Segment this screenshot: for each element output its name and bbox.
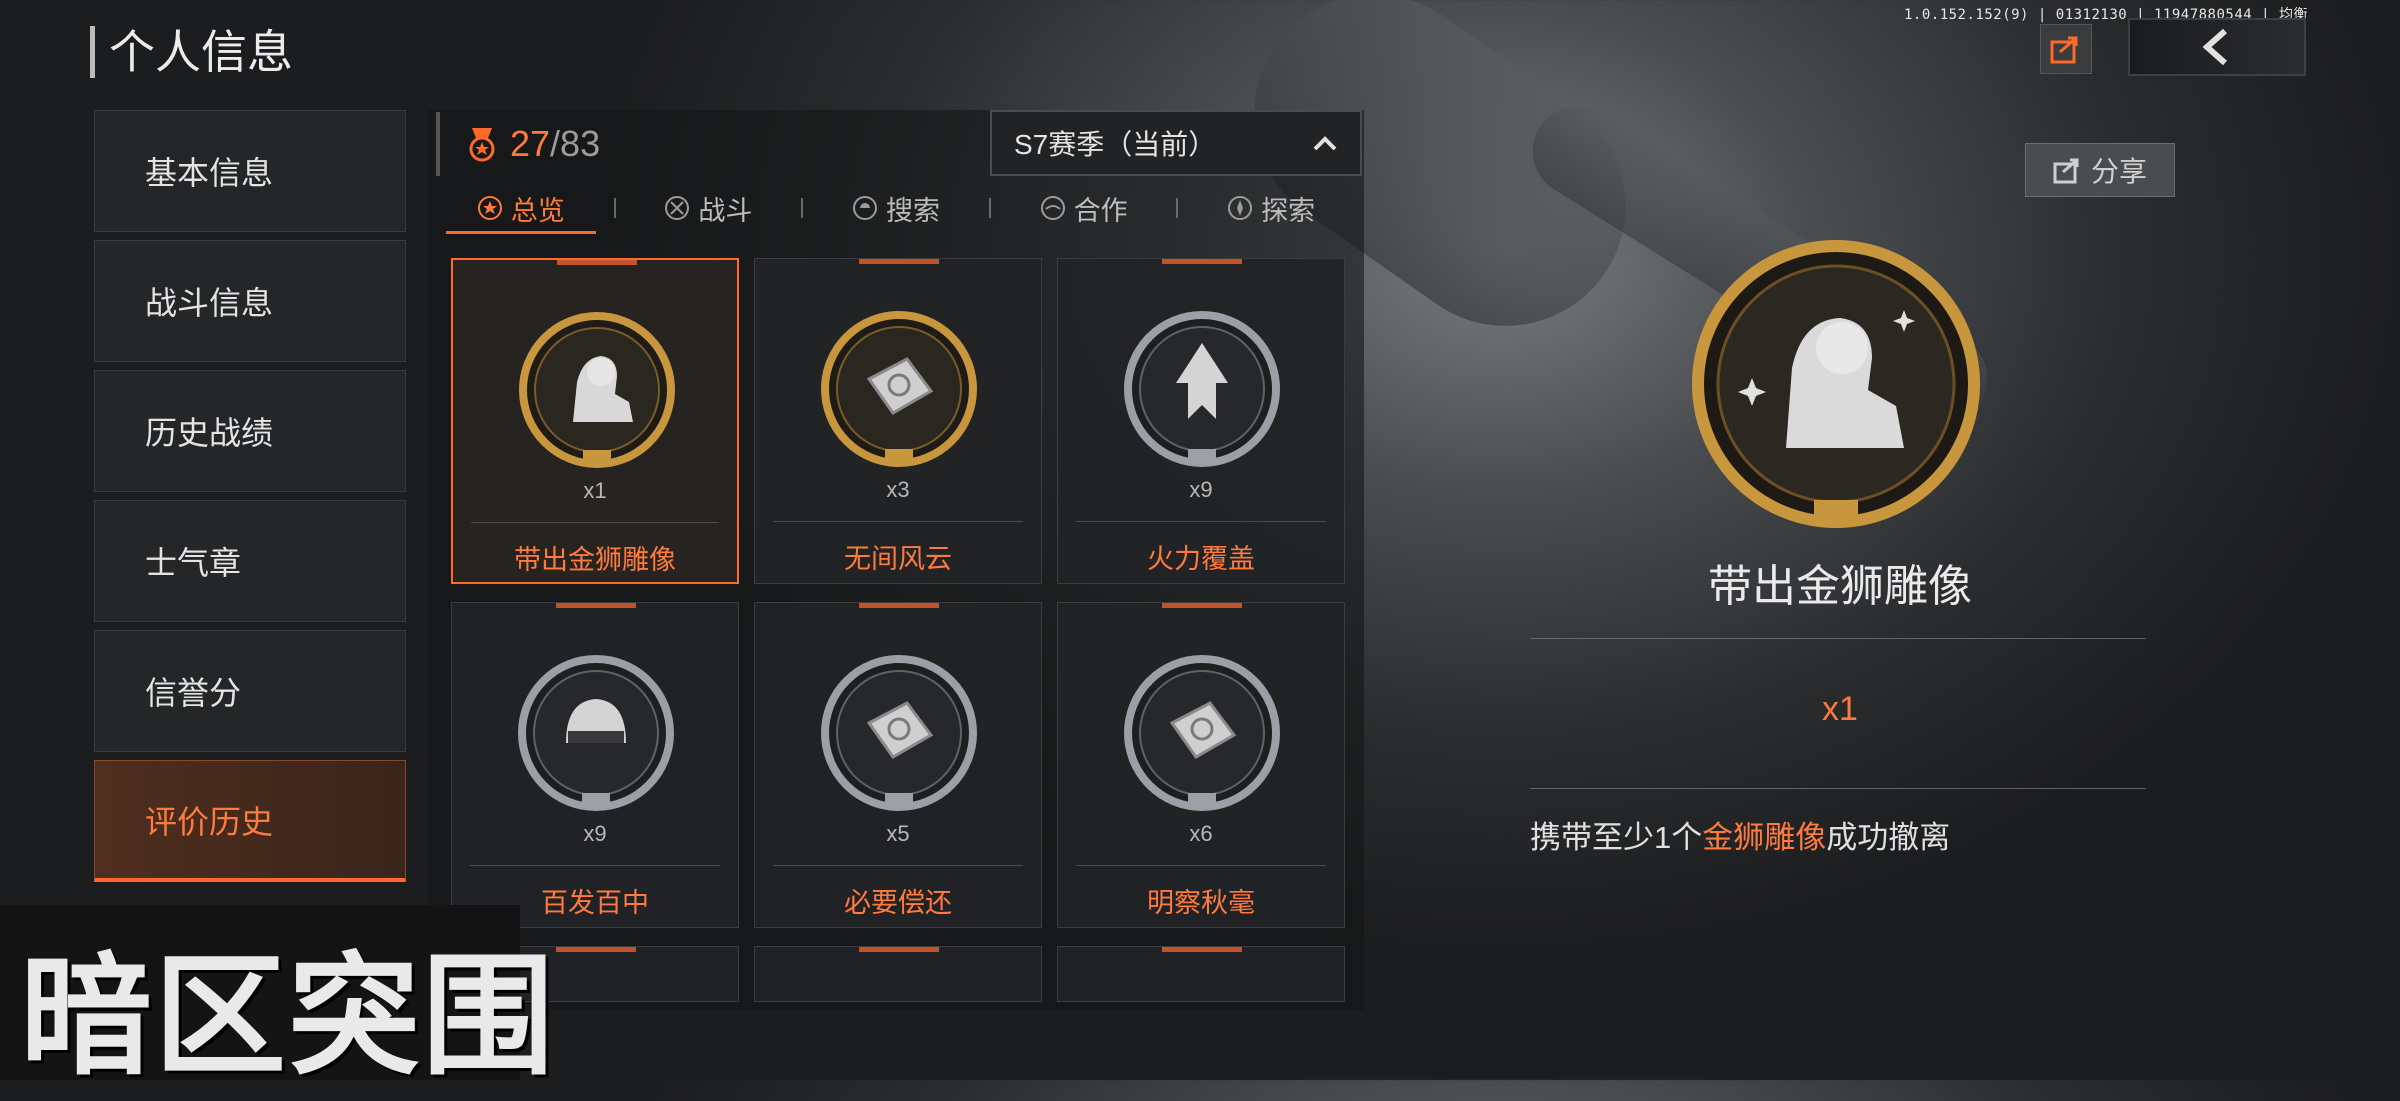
export-button[interactable] <box>2040 24 2092 74</box>
medal-card[interactable]: x3 无间风云 <box>754 258 1042 584</box>
card-top-marker <box>556 603 636 608</box>
nav-label: 历史战绩 <box>145 415 274 451</box>
nav-morale-badges[interactable]: 士气章 <box>94 500 406 622</box>
share-button[interactable]: 分享 <box>2025 143 2175 197</box>
medal-count: x9 <box>583 821 607 846</box>
tab-cooperation[interactable]: 合作 <box>991 182 1177 234</box>
lion-icon <box>519 312 675 468</box>
nav-battle-info[interactable]: 战斗信息 <box>94 240 406 362</box>
compass-icon <box>1228 196 1253 220</box>
medal-card[interactable]: x9 百发百中 <box>451 602 739 928</box>
medal-card-partial[interactable] <box>754 946 1042 1002</box>
medal-name: 无间风云 <box>844 544 952 574</box>
tab-label: 探索 <box>1261 195 1316 226</box>
medal-card-partial[interactable] <box>1057 946 1345 1002</box>
export-icon <box>2050 36 2078 64</box>
card-top-marker <box>1162 947 1242 952</box>
chip-icon <box>821 655 977 811</box>
card-top-marker <box>859 947 939 952</box>
desc-text: 成功撤离 <box>1826 820 1951 855</box>
card-divider <box>773 865 1023 866</box>
star-circle-icon <box>477 196 502 220</box>
nav-basic-info[interactable]: 基本信息 <box>94 110 406 232</box>
medal-count: x3 <box>886 477 910 502</box>
share-label: 分享 <box>2090 156 2147 187</box>
tab-explore[interactable]: 探索 <box>1178 182 1364 234</box>
nav-label: 基本信息 <box>145 155 274 191</box>
medal-count-total: /83 <box>550 123 601 164</box>
medal-count-icon <box>469 128 495 162</box>
season-dropdown[interactable]: S7赛季（当前） <box>990 110 1362 176</box>
card-divider <box>471 522 719 523</box>
card-top-marker <box>557 260 637 265</box>
tab-combat[interactable]: 战斗 <box>616 182 802 234</box>
tab-label: 总览 <box>510 195 565 226</box>
medal-count: x1 <box>583 478 607 503</box>
search-circle-icon <box>852 196 877 220</box>
medal-name: 必要偿还 <box>844 888 952 918</box>
card-top-marker <box>859 603 939 608</box>
chevron-left-icon <box>2202 28 2227 66</box>
tab-label: 搜索 <box>885 195 940 226</box>
back-button[interactable] <box>2128 18 2306 76</box>
card-top-marker <box>556 947 636 952</box>
nav-history[interactable]: 历史战绩 <box>94 370 406 492</box>
helmet-icon <box>518 655 674 811</box>
tab-search[interactable]: 搜索 <box>803 182 989 234</box>
medal-count: x6 <box>1189 821 1213 846</box>
tab-overview[interactable]: 总览 <box>428 182 614 234</box>
card-top-marker <box>1162 603 1242 608</box>
card-divider <box>1076 521 1326 522</box>
medal-count-current: 27 <box>510 123 551 164</box>
chip-icon <box>1124 655 1280 811</box>
tab-label: 战斗 <box>698 195 753 226</box>
detail-divider <box>1530 788 2146 789</box>
medal-progress: 27/83 <box>436 112 984 176</box>
card-divider <box>1076 865 1326 866</box>
detail-description: 携带至少1个金狮雕像成功撤离 <box>1530 812 1950 857</box>
card-top-marker <box>1162 259 1242 264</box>
category-tabs: 总览 战斗 搜索 合作 探索 <box>428 182 1364 234</box>
game-logo: 暗区突围 <box>20 940 556 1094</box>
card-divider <box>470 865 720 866</box>
medal-card[interactable]: x9 火力覆盖 <box>1057 258 1345 584</box>
detail-medal-count: x1 <box>1822 690 1858 728</box>
desc-highlight: 金狮雕像 <box>1702 820 1827 855</box>
page-title: 个人信息 <box>90 26 293 78</box>
nav-label: 信誉分 <box>145 675 242 711</box>
rocket-icon <box>1124 311 1280 467</box>
share-icon <box>2053 158 2079 184</box>
nav-label: 士气章 <box>145 545 242 581</box>
medal-card[interactable]: x1 带出金狮雕像 <box>451 258 739 584</box>
medal-name: 火力覆盖 <box>1147 544 1255 574</box>
medal-card[interactable]: x6 明察秋毫 <box>1057 602 1345 928</box>
season-selected: S7赛季（当前） <box>1014 129 1217 160</box>
medal-count: x5 <box>886 821 910 846</box>
medal-count: x9 <box>1189 477 1213 502</box>
tab-label: 合作 <box>1073 195 1128 226</box>
desc-text: 携带至少1个 <box>1530 820 1703 855</box>
detail-medal-name: 带出金狮雕像 <box>1708 562 1972 611</box>
nav-label: 战斗信息 <box>145 285 274 321</box>
nav-credit-score[interactable]: 信誉分 <box>94 630 406 752</box>
card-top-marker <box>859 259 939 264</box>
medal-name: 带出金狮雕像 <box>514 545 676 575</box>
crosshair-icon <box>665 196 690 220</box>
lion-icon <box>1692 240 1980 528</box>
medal-card[interactable]: x5 必要偿还 <box>754 602 1042 928</box>
medal-name: 明察秋毫 <box>1147 888 1255 918</box>
card-divider <box>773 521 1023 522</box>
nav-label: 评价历史 <box>145 803 274 840</box>
chevron-up-icon <box>1313 136 1337 151</box>
handshake-icon <box>1040 196 1065 220</box>
nav-evaluation-history[interactable]: 评价历史 <box>94 760 406 882</box>
detail-divider <box>1530 638 2146 639</box>
chip-icon <box>821 311 977 467</box>
